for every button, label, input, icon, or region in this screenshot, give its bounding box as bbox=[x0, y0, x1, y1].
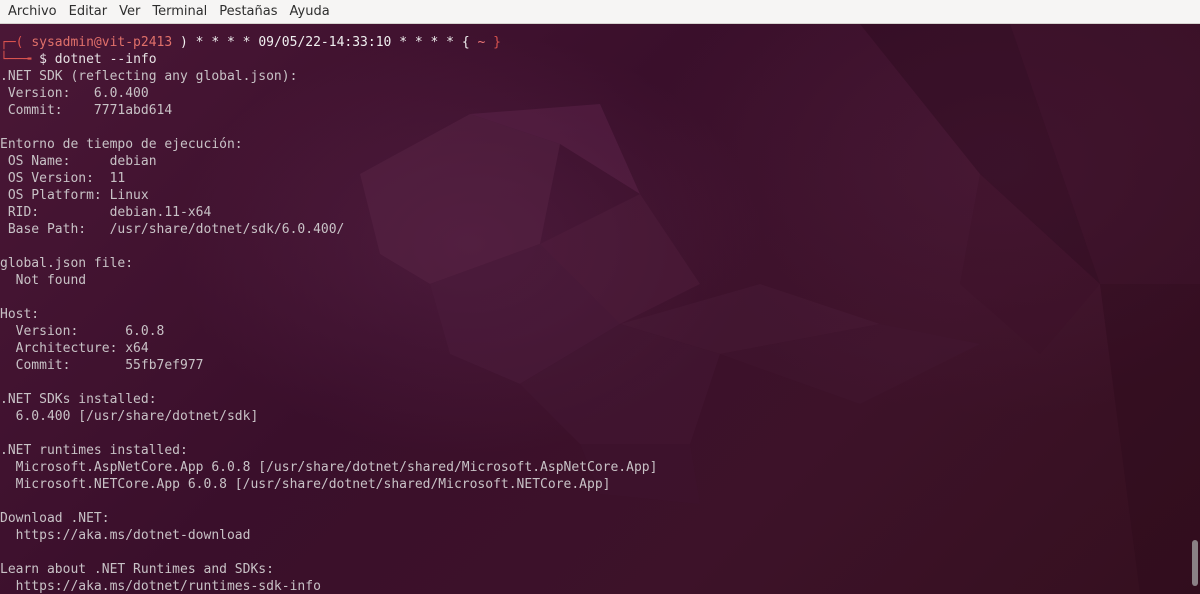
menu-terminal[interactable]: Terminal bbox=[146, 0, 213, 24]
prompt-stars-left: * * * * bbox=[187, 35, 259, 50]
menu-ver[interactable]: Ver bbox=[113, 0, 146, 24]
prompt-datetime: 09/05/22-14:33:10 bbox=[258, 35, 392, 50]
output-line: OS Version: 11 bbox=[0, 171, 126, 186]
menu-archivo[interactable]: Archivo bbox=[2, 0, 63, 24]
output-line: Download .NET: bbox=[0, 511, 110, 526]
output-line: Architecture: x64 bbox=[0, 341, 149, 356]
prompt-close: ) bbox=[172, 35, 188, 50]
output-line: Version: 6.0.400 bbox=[0, 86, 149, 101]
output-line: Commit: 55fb7ef977 bbox=[0, 358, 204, 373]
output-line: .NET SDK (reflecting any global.json): bbox=[0, 69, 298, 84]
prompt-stars-right: * * * * bbox=[391, 35, 462, 50]
output-line: OS Platform: Linux bbox=[0, 188, 149, 203]
prompt-line-1: ┌─( sysadmin@vit-p2413 ) * * * * 09/05/2… bbox=[0, 34, 657, 51]
output-line: RID: debian.11-x64 bbox=[0, 205, 212, 220]
output-line bbox=[0, 374, 657, 391]
menu-ayuda[interactable]: Ayuda bbox=[284, 0, 336, 24]
output-line: Learn about .NET Runtimes and SDKs: bbox=[0, 562, 274, 577]
output-line bbox=[0, 544, 657, 561]
output-line: Version: 6.0.8 bbox=[0, 324, 165, 339]
prompt-user-host: sysadmin@vit-p2413 bbox=[31, 35, 173, 50]
prompt-open: ( bbox=[15, 35, 32, 50]
output-line: https://aka.ms/dotnet/runtimes-sdk-info bbox=[0, 579, 321, 594]
output-line bbox=[0, 289, 657, 306]
prompt-brace-open: { bbox=[461, 35, 478, 50]
prompt-command: dotnet --info bbox=[54, 52, 157, 67]
output-line: 6.0.400 [/usr/share/dotnet/sdk] bbox=[0, 409, 259, 424]
output-line: https://aka.ms/dotnet-download bbox=[0, 528, 251, 543]
terminal-output: ┌─( sysadmin@vit-p2413 ) * * * * 09/05/2… bbox=[0, 34, 657, 594]
output-line bbox=[0, 425, 657, 442]
output-line bbox=[0, 119, 657, 136]
prompt-frame-top: ┌─ bbox=[0, 35, 16, 50]
prompt-line-2: └──╼ $ dotnet --info bbox=[0, 51, 657, 68]
menu-pestanas[interactable]: Pestañas bbox=[213, 0, 283, 24]
output-line: global.json file: bbox=[0, 256, 134, 271]
prompt-dollar: $ bbox=[31, 52, 55, 67]
prompt-brace-close: } bbox=[485, 35, 501, 50]
output-line: Entorno de tiempo de ejecución: bbox=[0, 137, 243, 152]
output-line: Microsoft.AspNetCore.App 6.0.8 [/usr/sha… bbox=[0, 460, 658, 475]
output-line bbox=[0, 238, 657, 255]
output-line: .NET runtimes installed: bbox=[0, 443, 188, 458]
output-line: Commit: 7771abd614 bbox=[0, 103, 173, 118]
output-line: Base Path: /usr/share/dotnet/sdk/6.0.400… bbox=[0, 222, 345, 237]
output-line bbox=[0, 493, 657, 510]
menu-editar[interactable]: Editar bbox=[63, 0, 114, 24]
menu-bar: Archivo Editar Ver Terminal Pestañas Ayu… bbox=[0, 0, 1200, 24]
terminal-area[interactable]: ┌─( sysadmin@vit-p2413 ) * * * * 09/05/2… bbox=[0, 24, 1200, 594]
terminal-scrollbar[interactable] bbox=[1192, 54, 1198, 590]
output-line: Host: bbox=[0, 307, 40, 322]
output-line: Microsoft.NETCore.App 6.0.8 [/usr/share/… bbox=[0, 477, 611, 492]
prompt-frame-bottom: └──╼ bbox=[0, 52, 32, 67]
output-line: .NET SDKs installed: bbox=[0, 392, 157, 407]
output-line: OS Name: debian bbox=[0, 154, 157, 169]
output-line: Not found bbox=[0, 273, 87, 288]
scrollbar-thumb[interactable] bbox=[1192, 540, 1198, 586]
